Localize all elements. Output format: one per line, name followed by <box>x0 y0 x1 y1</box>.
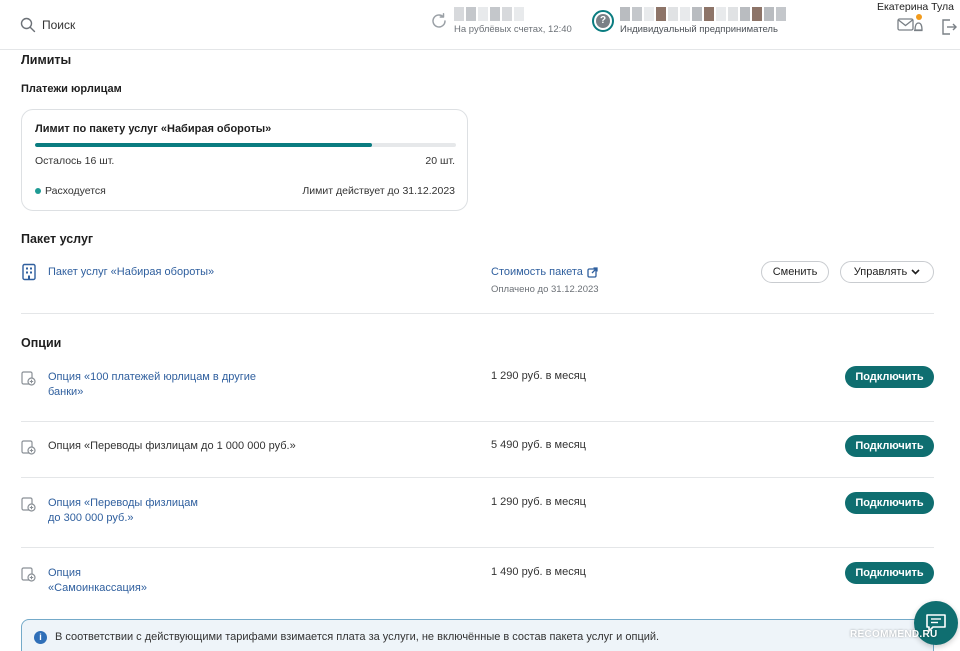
limit-card: Лимит по пакету услуг «Набирая обороты» … <box>21 109 468 211</box>
refresh-icon[interactable] <box>430 12 448 30</box>
top-bar: Поиск На рублёвых счетах, 12:40 ? Индиви… <box>0 0 960 50</box>
company-name-blurred <box>620 7 786 21</box>
option-row: Опция «100 платежей юрлицам в другие бан… <box>21 366 934 422</box>
option-name: Опция «Переводы физлицам до 1 000 000 ру… <box>48 440 296 452</box>
limit-remaining: Осталось 16 шт. <box>35 155 115 167</box>
option-add-icon <box>21 371 36 386</box>
connect-option-button[interactable]: Подключить <box>845 492 934 514</box>
company-status-icon: ? <box>592 10 614 32</box>
limit-status-label: Расходуется <box>45 185 106 197</box>
manage-package-label: Управлять <box>853 266 908 278</box>
manage-package-button[interactable]: Управлять <box>840 261 934 283</box>
limit-valid-until: Лимит действует до 31.12.2023 <box>302 185 455 197</box>
connect-option-button[interactable]: Подключить <box>845 366 934 388</box>
option-row: Опция «Переводы физлицам до 300 000 руб.… <box>21 492 934 548</box>
option-add-icon <box>21 497 36 512</box>
package-row: Пакет услуг «Набирая обороты» Стоимость … <box>21 257 934 314</box>
option-name-link[interactable]: Опция «Переводы физлицам до 300 000 руб.… <box>48 496 198 526</box>
package-heading: Пакет услуг <box>21 232 94 246</box>
search-placeholder: Поиск <box>42 18 76 32</box>
option-add-icon <box>21 440 36 455</box>
limit-status: Расходуется <box>35 185 106 197</box>
package-cost-label: Стоимость пакета <box>491 266 583 278</box>
connect-option-button[interactable]: Подключить <box>845 435 934 457</box>
building-icon <box>22 263 36 281</box>
user-name[interactable]: Екатерина Тула <box>877 1 954 13</box>
change-package-button[interactable]: Сменить <box>761 261 829 283</box>
option-name-link[interactable]: Опция «Самоинкассация» <box>48 566 147 596</box>
search-field[interactable]: Поиск <box>20 17 75 33</box>
limit-progress-bar <box>35 143 456 147</box>
option-add-icon <box>21 567 36 582</box>
info-banner: i В соответствии с действующими тарифами… <box>21 619 934 651</box>
external-link-icon <box>587 266 598 278</box>
notifications-button[interactable] <box>897 14 923 35</box>
option-row: Опция «Переводы физлицам до 1 000 000 ру… <box>21 435 934 478</box>
limits-heading: Лимиты <box>21 53 72 67</box>
connect-option-button[interactable]: Подключить <box>845 562 934 584</box>
option-row: Опция «Самоинкассация» 1 490 руб. в меся… <box>21 562 934 612</box>
chevron-down-icon <box>911 269 920 275</box>
company-status-glyph: ? <box>596 14 610 28</box>
option-name-link[interactable]: Опция «100 платежей юрлицам в другие бан… <box>48 370 256 400</box>
limit-total: 20 шт. <box>425 155 455 167</box>
logout-button[interactable] <box>940 18 958 36</box>
watermark: RECOMMEND.RU <box>850 629 938 640</box>
option-price: 1 290 руб. в месяц <box>491 370 586 382</box>
info-icon: i <box>34 631 47 644</box>
limit-title: Лимит по пакету услуг «Набирая обороты» <box>35 123 272 135</box>
balance-widget[interactable]: На рублёвых счетах, 12:40 <box>430 7 572 35</box>
limit-progress-fill <box>35 143 372 147</box>
info-text: В соответствии с действующими тарифами в… <box>55 631 660 643</box>
option-price: 1 490 руб. в месяц <box>491 566 586 578</box>
company-caption: Индивидуальный предприниматель <box>620 24 778 35</box>
limits-subheading: Платежи юрлицам <box>21 83 122 95</box>
company-switcher[interactable]: ? Индивидуальный предприниматель <box>592 7 786 35</box>
options-heading: Опции <box>21 336 62 350</box>
status-dot-icon <box>35 188 41 194</box>
search-icon <box>20 17 36 33</box>
package-paid-until: Оплачено до 31.12.2023 <box>491 284 599 295</box>
package-cost-link[interactable]: Стоимость пакета <box>491 266 598 278</box>
balance-amount-blurred <box>454 7 572 21</box>
package-name-link[interactable]: Пакет услуг «Набирая обороты» <box>48 266 214 278</box>
balance-caption: На рублёвых счетах, 12:40 <box>454 24 572 35</box>
logout-icon <box>942 19 957 35</box>
notification-dot <box>916 14 922 20</box>
option-price: 1 290 руб. в месяц <box>491 496 586 508</box>
option-price: 5 490 руб. в месяц <box>491 439 586 451</box>
